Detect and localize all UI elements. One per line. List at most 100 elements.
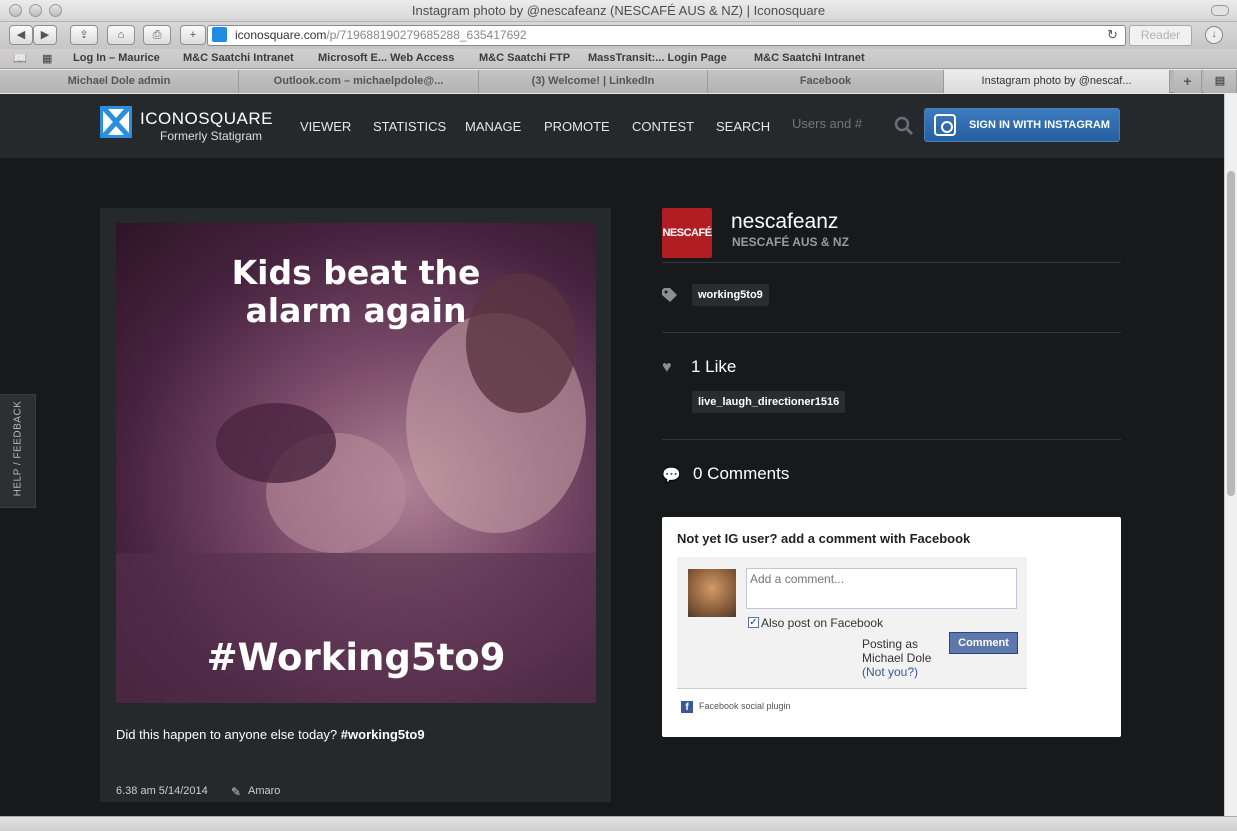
posting-as-label: Posting as: [862, 637, 919, 651]
pencil-icon: ✎: [231, 785, 242, 799]
facebook-plugin-label[interactable]: Facebook social plugin: [699, 701, 791, 711]
toolbar-toggle-button[interactable]: [1211, 5, 1229, 16]
filter-name: Amaro: [248, 785, 281, 797]
nav-contest[interactable]: CONTEST: [632, 119, 694, 134]
facebook-comment-box: Not yet IG user? add a comment with Face…: [662, 517, 1121, 737]
zoom-window-button[interactable]: [49, 4, 62, 17]
tab-instagram-photo[interactable]: Instagram photo by @nescaf...: [944, 70, 1170, 93]
logo-text[interactable]: ICONOSQUARE: [140, 109, 273, 129]
add-bookmark-button[interactable]: +: [180, 25, 206, 45]
tab-michael-dole-admin[interactable]: Michael Dole admin: [0, 70, 239, 93]
back-icon: ◀: [16, 29, 26, 41]
divider: [662, 262, 1121, 263]
instagram-photo[interactable]: Kids beat the alarm again #Working5to9: [116, 223, 596, 703]
nav-viewer[interactable]: VIEWER: [300, 119, 351, 134]
home-icon: ⌂: [117, 29, 125, 41]
tag-chip-working5to9[interactable]: working5to9: [692, 284, 769, 306]
likes-count: 1 Like: [691, 357, 737, 376]
nav-search[interactable]: SEARCH: [716, 119, 770, 134]
download-icon: ↓: [1211, 29, 1217, 40]
bookmark-item[interactable]: MassTransit:... Login Page: [588, 52, 727, 64]
print-button[interactable]: ⎙: [143, 25, 171, 45]
share-button[interactable]: ⇪: [70, 25, 98, 45]
tab-bar: Michael Dole admin Outlook.com – michael…: [0, 70, 1237, 93]
address-bar[interactable]: iconosquare.com/p/719688190279685288_635…: [207, 25, 1126, 46]
photo-caption: Did this happen to anyone else today? #w…: [116, 727, 425, 742]
profile-avatar[interactable]: NESCAFÉ: [662, 208, 712, 258]
search-input[interactable]: [792, 116, 882, 131]
close-window-button[interactable]: [9, 4, 22, 17]
liker-chip[interactable]: live_laugh_directioner1516: [692, 391, 846, 413]
new-tab-button[interactable]: +: [1174, 70, 1202, 93]
tab-outlook[interactable]: Outlook.com – michaelpdole@...: [239, 70, 479, 93]
top-sites-icon[interactable]: ▦: [42, 52, 52, 65]
reading-list-icon[interactable]: 📖: [13, 52, 27, 65]
home-button[interactable]: ⌂: [107, 25, 135, 45]
url-path: /p/719688190279685288_635417692: [326, 28, 527, 42]
instagram-icon: [934, 114, 956, 136]
web-page: ICONOSQUARE Formerly Statigram VIEWER ST…: [0, 94, 1224, 816]
bookmark-item[interactable]: M&C Saatchi FTP: [479, 52, 570, 64]
photo-date: 6.38 am 5/14/2014: [116, 785, 208, 797]
facebook-comment-form: ✓ Also post on Facebook Posting asMichae…: [677, 557, 1027, 689]
tab-overview-icon: ▤: [1214, 75, 1226, 87]
browser-toolbar: ◀ ▶ ⇪ ⌂ ⎙ + iconosquare.com/p/7196881902…: [0, 22, 1237, 49]
page-scrollbar[interactable]: [1224, 94, 1237, 816]
photo-hashtag-overlay: #Working5to9: [206, 636, 506, 679]
tab-facebook[interactable]: Facebook: [708, 70, 944, 93]
bookmark-item[interactable]: Microsoft E... Web Access: [318, 52, 454, 64]
nav-statistics[interactable]: STATISTICS: [373, 119, 446, 134]
facebook-comment-input[interactable]: [746, 568, 1017, 609]
facebook-user-avatar: [688, 569, 736, 617]
posting-as-name: Michael Dole: [862, 651, 932, 665]
reader-button[interactable]: Reader: [1129, 25, 1192, 46]
search-icon[interactable]: [894, 116, 914, 136]
scrollbar-thumb[interactable]: [1227, 171, 1235, 496]
print-icon: ⎙: [152, 29, 162, 41]
divider: [662, 332, 1121, 333]
logo-subtitle: Formerly Statigram: [160, 129, 263, 143]
bookmark-item[interactable]: M&C Saatchi Intranet: [754, 52, 865, 64]
also-post-checkbox[interactable]: ✓: [748, 617, 759, 628]
comment-bubble-icon: 💬: [662, 467, 681, 484]
help-feedback-tab[interactable]: HELP / FEEDBACK: [0, 394, 36, 508]
feedback-label: HELP / FEEDBACK: [12, 400, 24, 497]
not-you-link[interactable]: (Not you?): [862, 665, 918, 679]
tab-overview-button[interactable]: ▤: [1204, 70, 1237, 93]
site-header: ICONOSQUARE Formerly Statigram VIEWER ST…: [0, 94, 1224, 158]
bookmarks-bar: 📖 ▦ Log In – Maurice M&C Saatchi Intrane…: [0, 49, 1237, 69]
caption-text: Did this happen to anyone else today?: [116, 727, 341, 742]
photo-headline-line-2: alarm again: [245, 291, 467, 330]
photo-card: Kids beat the alarm again #Working5to9 D…: [100, 208, 611, 802]
site-favicon-icon: [212, 27, 227, 42]
back-button[interactable]: ◀: [9, 25, 33, 45]
facebook-comment-button[interactable]: Comment: [949, 632, 1018, 654]
url-host: iconosquare.com: [235, 28, 327, 42]
downloads-button[interactable]: ↓: [1205, 26, 1223, 44]
forward-icon: ▶: [40, 29, 50, 41]
profile-fullname: NESCAFÉ AUS & NZ: [732, 235, 849, 249]
caption-hashtag-link[interactable]: #working5to9: [341, 727, 425, 742]
posting-as-text: Posting as Michael Dole: [862, 637, 931, 665]
forward-button[interactable]: ▶: [33, 25, 57, 45]
signin-label: SIGN IN WITH INSTAGRAM: [969, 119, 1110, 131]
bookmark-item[interactable]: M&C Saatchi Intranet: [183, 52, 294, 64]
facebook-logo-icon: f: [681, 701, 693, 713]
reload-icon[interactable]: ↻: [1107, 27, 1118, 43]
plus-icon: +: [1183, 73, 1192, 89]
iconosquare-logo-icon[interactable]: [100, 106, 132, 138]
bookmark-item[interactable]: Log In – Maurice: [73, 52, 160, 64]
facebook-box-title: Not yet IG user? add a comment with Face…: [677, 531, 971, 546]
profile-username[interactable]: nescafeanz: [731, 210, 838, 234]
tab-linkedin[interactable]: (3) Welcome! | LinkedIn: [479, 70, 708, 93]
tag-icon: [662, 288, 677, 302]
share-icon: ⇪: [79, 29, 89, 41]
window-title: Instagram photo by @nescafeanz (NESCAFÉ …: [411, 3, 826, 18]
minimize-window-button[interactable]: [29, 4, 42, 17]
comments-count: 0 Comments: [693, 464, 790, 483]
nav-manage[interactable]: MANAGE: [465, 119, 521, 134]
plus-icon: +: [189, 29, 197, 41]
window-title-bar: Instagram photo by @nescafeanz (NESCAFÉ …: [0, 0, 1237, 22]
status-bar: [0, 816, 1237, 831]
nav-promote[interactable]: PROMOTE: [544, 119, 610, 134]
